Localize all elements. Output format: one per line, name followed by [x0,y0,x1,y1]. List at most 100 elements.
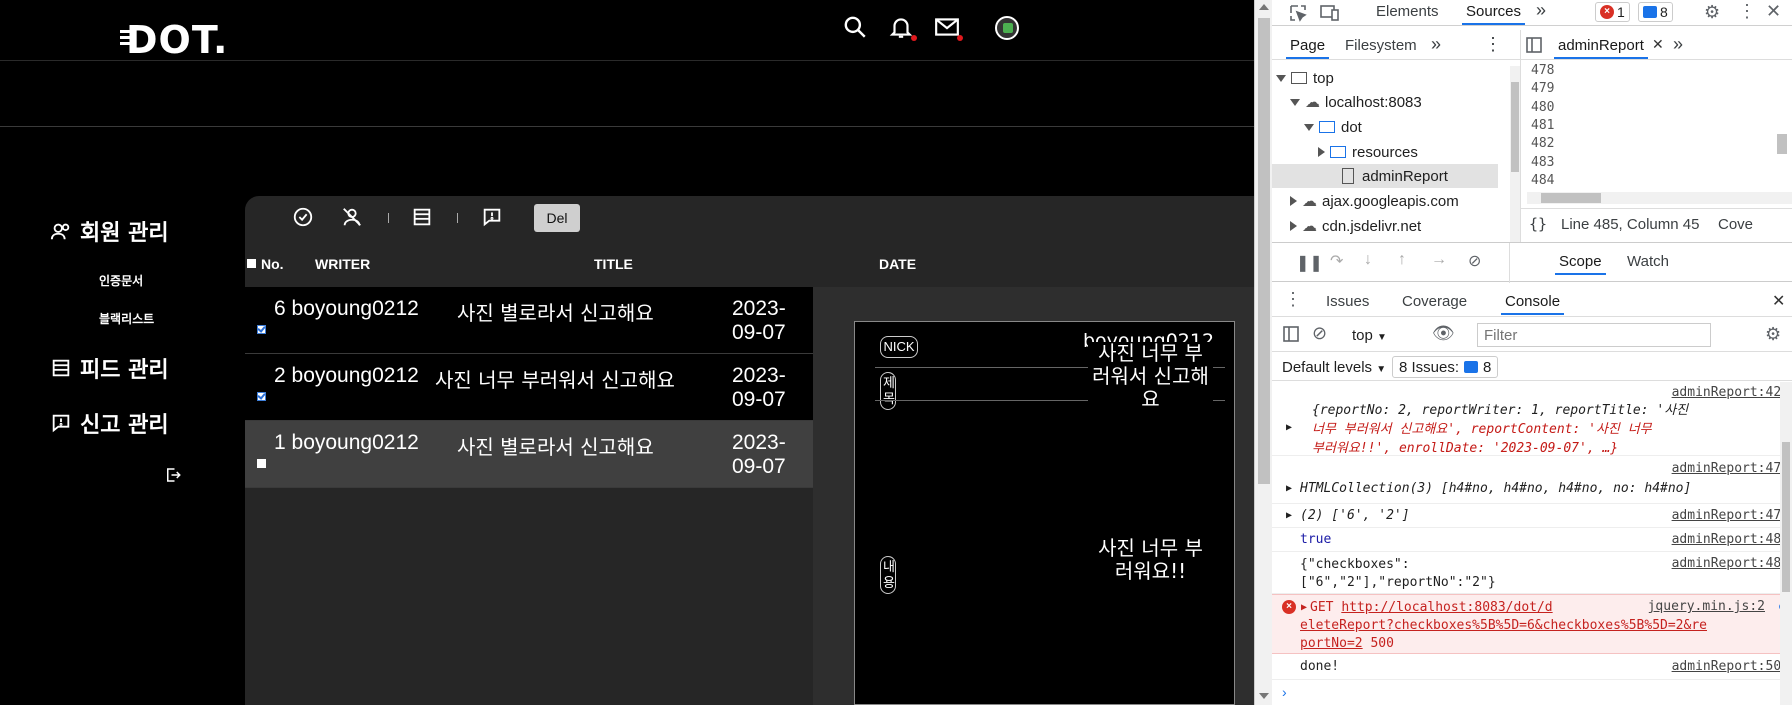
step-into-icon[interactable]: ↓ [1364,251,1372,269]
line-number[interactable]: 484 [1531,173,1554,188]
issues-button[interactable]: 8 Issues: 8 [1392,356,1499,378]
more-nav-icon[interactable]: » [1431,34,1441,55]
expand-icon[interactable]: ▶ [1301,602,1307,613]
format-icon[interactable]: {} [1529,215,1547,233]
default-levels-select[interactable]: Default levels ▼ [1282,359,1386,376]
tree-localhost[interactable]: ☁ localhost:8083 [1290,90,1510,114]
tab-watch[interactable]: Watch [1627,253,1669,270]
console-settings-icon[interactable]: ⚙ [1765,324,1781,345]
table-row[interactable]: 6 boyoung0212 사진 별로라서 신고해요 2023- 09-07 [245,287,813,354]
kebab-menu-icon[interactable]: ⋮ [1738,1,1756,22]
scroll-thumb[interactable] [1258,18,1270,484]
table-row[interactable]: 1 boyoung0212 사진 별로라서 신고해요 2023- 09-07 [245,421,813,488]
tab-issues[interactable]: Issues [1326,293,1369,310]
tree-cdn[interactable]: ☁ cdn.jsdelivr.net [1290,214,1510,238]
console-entry[interactable]: adminReport:428 {reportNo: 2, reportWrit… [1272,382,1792,456]
nav-members[interactable]: 회원 관리 [50,215,169,247]
tab-page[interactable]: Page [1285,37,1330,59]
tree-resources-folder[interactable]: resources [1318,140,1538,164]
source-link[interactable]: adminReport:471 [1672,461,1789,476]
close-file-icon[interactable]: ✕ [1652,36,1664,53]
tab-sources[interactable]: Sources [1461,3,1526,25]
expand-icon[interactable]: ▶ [1286,483,1292,494]
tree-top[interactable]: top [1276,66,1496,90]
source-link[interactable]: jquery.min.js:2 [1648,599,1765,614]
search-icon[interactable] [842,14,872,44]
error-url-cont[interactable]: eleteReport?checkboxes%5B%5D=6&checkboxe… [1300,617,1707,635]
tab-console[interactable]: Console [1500,293,1565,315]
settings-icon[interactable]: ⚙ [1704,2,1720,23]
tab-admin-report[interactable]: adminReport [1554,37,1648,59]
error-url[interactable]: http://localhost:8083/dot/d [1341,600,1552,615]
console-prompt-icon[interactable]: › [1282,684,1287,700]
more-files-icon[interactable]: » [1673,34,1683,55]
device-toggle-icon[interactable] [1319,3,1341,26]
inspect-icon[interactable] [1288,3,1308,26]
editor-hscroll[interactable] [1527,192,1792,204]
tree-ajax[interactable]: ☁ ajax.googleapis.com [1290,189,1510,213]
error-badge[interactable]: × 1 [1595,2,1630,22]
page-scrollbar[interactable] [1254,0,1272,705]
feed-list-icon[interactable] [411,206,435,230]
editor-vscroll[interactable] [1777,134,1787,154]
tab-filesystem[interactable]: Filesystem [1345,37,1417,54]
tab-elements[interactable]: Elements [1376,3,1439,20]
source-link[interactable]: adminReport:428 [1672,385,1789,400]
bell-icon[interactable] [888,14,918,44]
site-logo[interactable]: DOT. [120,18,228,62]
console-entry[interactable]: ▶ (2) ['6', '2'] adminReport:476 [1272,504,1792,528]
expand-icon[interactable]: ▶ [1286,422,1292,433]
context-select[interactable]: top ▼ [1352,327,1387,344]
row-checkbox[interactable] [257,453,266,472]
step-over-icon[interactable]: ↷ [1330,251,1343,271]
avatar[interactable] [995,16,1019,40]
drawer-menu-icon[interactable]: ⋮ [1284,289,1302,310]
source-link[interactable]: adminReport:488 [1672,556,1789,571]
nav-blacklist[interactable]: 블랙리스트 [99,310,154,327]
tree-scrollbar[interactable] [1510,66,1520,242]
tree-admin-report[interactable]: adminReport [1272,164,1498,188]
row-checkbox[interactable] [257,386,266,405]
line-number[interactable]: 482 [1531,136,1554,151]
scroll-up-icon[interactable] [1259,4,1269,10]
source-link[interactable]: adminReport:476 [1672,508,1789,523]
expand-icon[interactable]: ▶ [1286,510,1292,521]
step-icon[interactable]: → [1431,251,1447,269]
nav-feed[interactable]: 피드 관리 [50,352,169,384]
tree-dot-folder[interactable]: dot [1304,115,1524,139]
report-icon[interactable] [481,206,505,230]
table-row[interactable]: 2 boyoung0212 사진 너무 부러워서 신고해요 2023- 09-07 [245,354,813,421]
eye-icon[interactable]: 👁 [1432,323,1455,344]
row-checkbox[interactable] [257,319,266,338]
line-number[interactable]: 478 [1531,63,1554,78]
source-link[interactable]: adminReport:504 [1672,659,1789,674]
console-filter-input[interactable] [1477,323,1711,347]
delete-button[interactable]: Del [534,204,580,232]
nav-certificate[interactable]: 인증문서 [99,272,143,289]
deactivate-breakpoints-icon[interactable]: ⊘ [1468,251,1481,271]
code-editor[interactable]: 478 479 480 481 482 483 484 [1521,61,1792,191]
tab-coverage[interactable]: Coverage [1402,293,1467,310]
message-badge[interactable]: 8 [1638,2,1673,22]
clear-console-icon[interactable]: ⊘ [1312,323,1327,344]
nav-report[interactable]: 신고 관리 [50,407,169,439]
block-user-icon[interactable] [341,206,365,230]
tab-scope[interactable]: Scope [1555,253,1606,275]
scroll-down-icon[interactable] [1259,693,1269,699]
logout-icon[interactable] [164,466,184,486]
source-link[interactable]: adminReport:483 [1672,532,1789,547]
line-number[interactable]: 480 [1531,100,1554,115]
console-entry[interactable]: adminReport:471 ▶ HTMLCollection(3) [h4#… [1272,456,1792,504]
console-error[interactable]: × ▶ GET http://localhost:8083/dot/d jque… [1272,594,1792,654]
verify-icon[interactable] [292,206,316,230]
line-number[interactable]: 483 [1531,155,1554,170]
toggle-navigator-icon[interactable] [1525,36,1543,57]
pause-icon[interactable]: ❚❚ [1296,253,1323,273]
line-number[interactable]: 481 [1531,118,1554,133]
close-icon[interactable]: ✕ [1766,1,1781,22]
console-scrollbar[interactable] [1780,382,1792,705]
nav-menu-icon[interactable]: ⋮ [1484,34,1502,55]
mail-icon[interactable] [934,14,964,44]
line-number[interactable]: 479 [1531,81,1554,96]
more-tabs-icon[interactable]: » [1536,0,1546,21]
